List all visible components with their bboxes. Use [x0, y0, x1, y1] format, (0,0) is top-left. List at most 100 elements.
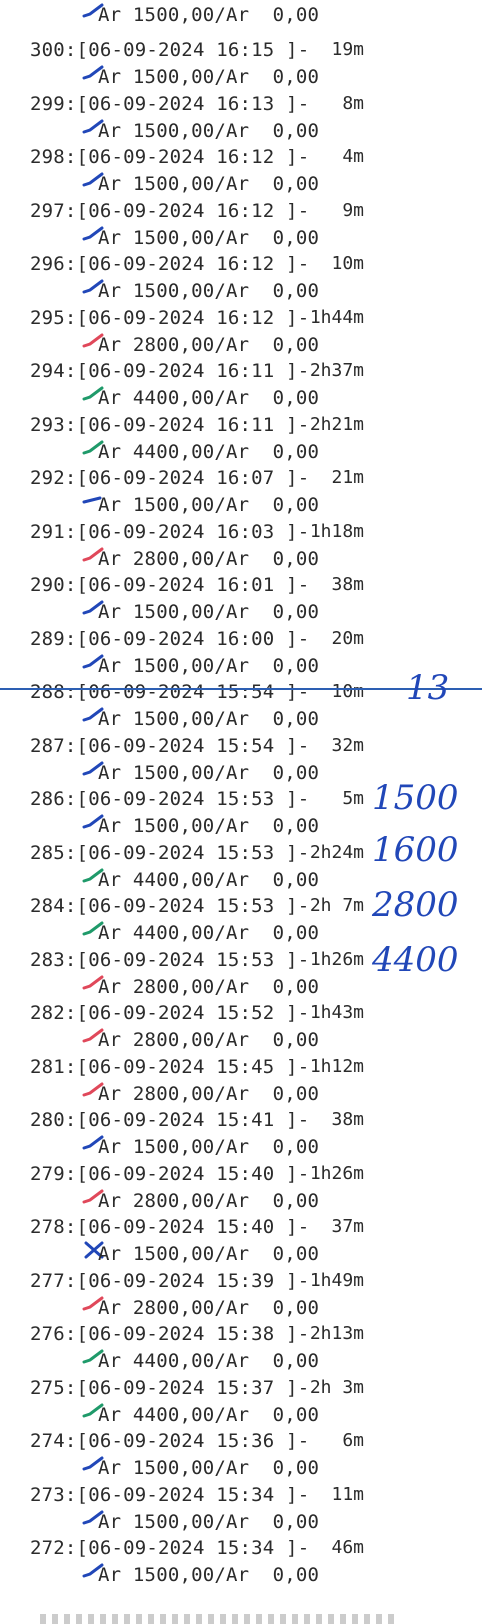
duration: 37m — [331, 1216, 364, 1237]
ticket-row: 279:[06-09-2024 15:40 ]- 1h26m Ar 2800,00/… — [0, 1157, 482, 1215]
duration: 9m — [342, 199, 364, 221]
ticket-row: 280:[06-09-2024 15:41 ]- 38m Ar 1500,00/Ar… — [0, 1103, 482, 1161]
ticket-row: 277:[06-09-2024 15:39 ]- 1h49m Ar 2800,00/… — [0, 1264, 482, 1322]
ticket-header: 297:[06-09-2024 16:12 ]- — [30, 199, 310, 222]
duration: 1h26m — [309, 948, 364, 970]
duration: 38m — [331, 1109, 364, 1130]
amount-line: Ar 1500,00/Ar 0,00 — [98, 1564, 320, 1586]
amount-line: Ar 4400,00/Ar 0,00 — [98, 1350, 320, 1372]
duration: 2h 7m — [309, 895, 364, 916]
ticket-header: 296:[06-09-2024 16:12 ]- — [30, 253, 310, 275]
duration: 38m — [331, 574, 364, 595]
ticket-header: 292:[06-09-2024 16:07 ]- — [30, 467, 310, 489]
ticket-row: 275:[06-09-2024 15:37 ]- 2h 3m Ar 4400,00/… — [0, 1371, 482, 1429]
duration: 32m — [331, 734, 364, 756]
ticket-row: 281:[06-09-2024 15:45 ]- 1h12m Ar 2800,00/… — [0, 1050, 482, 1108]
ticket-row: 274:[06-09-2024 15:36 ]- 6m Ar 1500,00/Ar … — [0, 1424, 482, 1482]
amount-line: Ar 4400,00/Ar 0,00 — [98, 1403, 320, 1426]
handwritten-note-1: 13 — [406, 668, 450, 708]
amount-line: Ar 2800,00/Ar 0,00 — [98, 1189, 320, 1212]
amount-line: Ar 2800,00/Ar 0,00 — [98, 547, 320, 570]
ticket-header: 274:[06-09-2024 15:36 ]- — [30, 1430, 310, 1452]
receipt-cut-edge — [40, 1614, 400, 1624]
duration: 2h21m — [309, 413, 364, 435]
amount-line: Ar 1500,00/Ar 0,00 — [98, 226, 320, 249]
ticket-row: 278:[06-09-2024 15:40 ]- 37m Ar 1500,00/Ar… — [0, 1210, 482, 1268]
amount-line: Ar 1500,00/Ar 0,00 — [98, 66, 320, 88]
amount-line: Ar 4400,00/Ar 0,00 — [98, 922, 320, 944]
duration: 6m — [342, 1430, 364, 1451]
ticket-header: 282:[06-09-2024 15:52 ]- — [30, 1002, 310, 1024]
duration: 11m — [331, 1483, 364, 1505]
amount-line: Ar 2800,00/Ar 0,00 — [98, 333, 320, 356]
ticket-header: 285:[06-09-2024 15:53 ]- — [30, 841, 310, 864]
ticket-row: 293:[06-09-2024 16:11 ]- 2h21m Ar 4400,00/… — [0, 408, 482, 466]
amount-line: Ar 1500,00/Ar 0,00 — [98, 1457, 320, 1479]
duration: 1h26m — [309, 1162, 364, 1184]
ticket-header: 286:[06-09-2024 15:53 ]- — [30, 788, 310, 810]
ticket-header: 276:[06-09-2024 15:38 ]- — [30, 1323, 310, 1345]
ticket-row: 292:[06-09-2024 16:07 ]- 21m Ar 1500,00/Ar… — [0, 461, 482, 519]
ticket-row: 298:[06-09-2024 16:12 ]- 4m Ar 1500,00/Ar … — [0, 140, 482, 198]
amount-line: Ar 1500,00/Ar 0,00 — [98, 119, 320, 142]
ticket-header: 288:[06-09-2024 15:54 ]- — [30, 681, 310, 703]
amount-line: Ar 1500,00/Ar 0,00 — [98, 4, 320, 26]
ticket-header: 284:[06-09-2024 15:53 ]- — [30, 895, 310, 917]
duration: 10m — [331, 253, 364, 274]
ticket-row: 299:[06-09-2024 16:13 ]- 8m Ar 1500,00/Ar … — [0, 87, 482, 145]
handwritten-note-4: 2800 — [372, 885, 459, 925]
ticket-row: 300:[06-09-2024 16:15 ]- 19m Ar 1500,00/Ar… — [0, 33, 482, 91]
duration: 2h13m — [309, 1323, 364, 1344]
handwritten-note-2: 1500 — [372, 778, 459, 818]
ticket-header: 273:[06-09-2024 15:34 ]- — [30, 1483, 310, 1506]
handwritten-note-3: 1600 — [372, 830, 459, 870]
duration: 2h37m — [309, 360, 364, 381]
ticket-header: 278:[06-09-2024 15:40 ]- — [30, 1216, 310, 1238]
ticket-header: 280:[06-09-2024 15:41 ]- — [30, 1109, 310, 1131]
duration: 1h12m — [309, 1055, 364, 1077]
amount-line: Ar 4400,00/Ar 0,00 — [98, 440, 320, 463]
ticket-header: 279:[06-09-2024 15:40 ]- — [30, 1162, 310, 1185]
receipt-top-line: Ar 1500,00/Ar 0,00 — [0, 0, 482, 34]
amount-line: Ar 1500,00/Ar 0,00 — [98, 1243, 320, 1265]
amount-line: Ar 2800,00/Ar 0,00 — [98, 1029, 320, 1051]
ticket-header: 289:[06-09-2024 16:00 ]- — [30, 627, 310, 650]
ticket-header: 283:[06-09-2024 15:53 ]- — [30, 948, 310, 971]
amount-line: Ar 4400,00/Ar 0,00 — [98, 387, 320, 409]
duration: 5m — [342, 788, 364, 809]
amount-line: Ar 4400,00/Ar 0,00 — [98, 868, 320, 891]
amount-line: Ar 1500,00/Ar 0,00 — [98, 494, 320, 516]
duration: 1h18m — [309, 520, 364, 542]
ticket-row: 297:[06-09-2024 16:12 ]- 9m Ar 1500,00/Ar … — [0, 194, 482, 252]
amount-line: Ar 1500,00/Ar 0,00 — [98, 280, 320, 302]
ticket-row: 296:[06-09-2024 16:12 ]- 10m Ar 1500,00/Ar… — [0, 247, 482, 305]
ticket-header: 300:[06-09-2024 16:15 ]- — [30, 39, 310, 61]
ticket-header: 287:[06-09-2024 15:54 ]- — [30, 734, 310, 757]
amount-line: Ar 1500,00/Ar 0,00 — [98, 815, 320, 837]
ticket-header: 295:[06-09-2024 16:12 ]- — [30, 306, 310, 329]
ticket-header: 281:[06-09-2024 15:45 ]- — [30, 1055, 310, 1078]
ticket-row: 294:[06-09-2024 16:11 ]- 2h37m Ar 4400,00/… — [0, 354, 482, 412]
ticket-row: 295:[06-09-2024 16:12 ]- 1h44m Ar 2800,00/… — [0, 301, 482, 359]
handwritten-note-5: 4400 — [372, 940, 459, 980]
ticket-header: 290:[06-09-2024 16:01 ]- — [30, 574, 310, 596]
ticket-row: 291:[06-09-2024 16:03 ]- 1h18m Ar 2800,00/… — [0, 515, 482, 573]
amount-line: Ar 2800,00/Ar 0,00 — [98, 975, 320, 998]
amount-line: Ar 1500,00/Ar 0,00 — [98, 1136, 320, 1158]
ticket-header: 298:[06-09-2024 16:12 ]- — [30, 146, 310, 168]
duration: 21m — [331, 467, 364, 488]
duration: 10m — [331, 681, 364, 702]
ticket-header: 293:[06-09-2024 16:11 ]- — [30, 413, 310, 436]
amount-line: Ar 1500,00/Ar 0,00 — [98, 173, 320, 195]
duration: 20m — [331, 627, 364, 649]
duration: 1h49m — [309, 1269, 364, 1291]
duration: 1h44m — [309, 306, 364, 328]
duration: 2h24m — [309, 841, 364, 863]
receipt: Ar 1500,00/Ar 0,00 300:[06-09-2024 16:15… — [0, 0, 482, 1624]
duration: 19m — [331, 39, 364, 60]
amount-line: Ar 1500,00/Ar 0,00 — [98, 761, 320, 784]
amount-line: Ar 1500,00/Ar 0,00 — [98, 601, 320, 623]
ticket-row: 273:[06-09-2024 15:34 ]- 11m Ar 1500,00/Ar… — [0, 1478, 482, 1536]
duration: 8m — [342, 92, 364, 114]
ticket-header: 291:[06-09-2024 16:03 ]- — [30, 520, 310, 543]
